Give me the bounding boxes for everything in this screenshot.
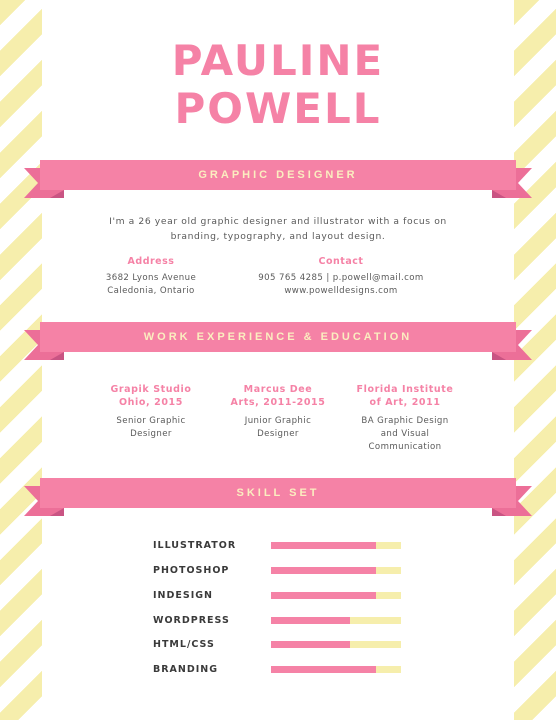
skill-row: HTML/CSS [153, 639, 413, 651]
skill-name: PHOTOSHOP [153, 565, 230, 576]
contact-line-2: www.powelldesigns.com [284, 286, 398, 296]
intro-text: I'm a 26 year old graphic designer and i… [108, 214, 448, 244]
skill-bar-track [271, 666, 401, 673]
contact-label: Contact [318, 256, 364, 267]
address-line-2: Caledonia, Ontario [107, 286, 195, 296]
experience-desc-line: Designer [257, 429, 299, 439]
address-line-1: 3682 Lyons Avenue [105, 273, 197, 283]
experience-title-line: Grapik Studio [110, 384, 192, 395]
skill-name: BRANDING [153, 664, 219, 675]
skill-row: INDESIGN [153, 590, 413, 602]
skill-name: WORDPRESS [153, 615, 230, 626]
intro-line-1: I'm a 26 year old graphic designer and i… [109, 216, 447, 227]
skill-bar-track [271, 641, 401, 648]
skill-row: ILLUSTRATOR [153, 540, 413, 552]
skill-row: PHOTOSHOP [153, 565, 413, 577]
experience-desc-line: Senior Graphic [116, 416, 186, 426]
experience-desc-line: Communication [368, 442, 442, 452]
banner-graphic-designer: GRAPHIC DESIGNER [24, 160, 532, 206]
experience-title-3: Florida Institute of Art, 2011 [345, 383, 465, 409]
experience-desc-3: BA Graphic Design and Visual Communicati… [345, 415, 465, 454]
banner-title: SKILL SET [40, 478, 516, 508]
skill-bar-fill [271, 542, 377, 549]
contact-line-1: 905 765 4285 | p.powell@mail.com [258, 273, 424, 283]
first-name: PAULINE [171, 36, 385, 85]
experience-desc-2: Junior Graphic Designer [218, 415, 338, 441]
experience-title-line: Florida Institute [356, 384, 454, 395]
experience-desc-line: Designer [130, 429, 172, 439]
banner-work-experience: WORK EXPERIENCE & EDUCATION [24, 322, 532, 368]
skill-bar-track [271, 617, 401, 624]
skill-bar-track [271, 542, 401, 549]
experience-title-2: Marcus Dee Arts, 2011-2015 [218, 383, 338, 409]
experience-title-1: Grapik Studio Ohio, 2015 [91, 383, 211, 409]
skill-name: INDESIGN [153, 590, 213, 601]
skill-name: HTML/CSS [153, 639, 215, 650]
skill-bar-fill [271, 641, 351, 648]
experience-desc-1: Senior Graphic Designer [91, 415, 211, 441]
skill-bar-fill [271, 567, 377, 574]
experience-title-line: Ohio, 2015 [119, 397, 183, 408]
address-label: Address [127, 256, 175, 267]
skill-bar-fill [271, 617, 351, 624]
skill-bar-track [271, 567, 401, 574]
skill-row: BRANDING [153, 664, 413, 676]
banner-title: GRAPHIC DESIGNER [40, 160, 516, 190]
last-name: POWELL [174, 84, 382, 133]
skill-bar-track [271, 592, 401, 599]
experience-desc-line: and Visual [380, 429, 430, 439]
experience-title-line: Marcus Dee [243, 384, 313, 395]
intro-line-2: branding, typography, and layout design. [170, 231, 386, 242]
experience-desc-line: BA Graphic Design [361, 416, 449, 426]
experience-desc-line: Junior Graphic [244, 416, 312, 426]
skill-row: WORDPRESS [153, 615, 413, 627]
address-block: 3682 Lyons Avenue Caledonia, Ontario [90, 272, 212, 298]
experience-title-line: of Art, 2011 [369, 397, 441, 408]
skill-name: ILLUSTRATOR [153, 540, 237, 551]
banner-title: WORK EXPERIENCE & EDUCATION [40, 322, 516, 352]
skill-bar-fill [271, 666, 377, 673]
experience-title-line: Arts, 2011-2015 [230, 397, 326, 408]
skill-bar-fill [271, 592, 377, 599]
banner-skill-set: SKILL SET [24, 478, 532, 524]
contact-block: 905 765 4285 | p.powell@mail.com www.pow… [240, 272, 442, 298]
